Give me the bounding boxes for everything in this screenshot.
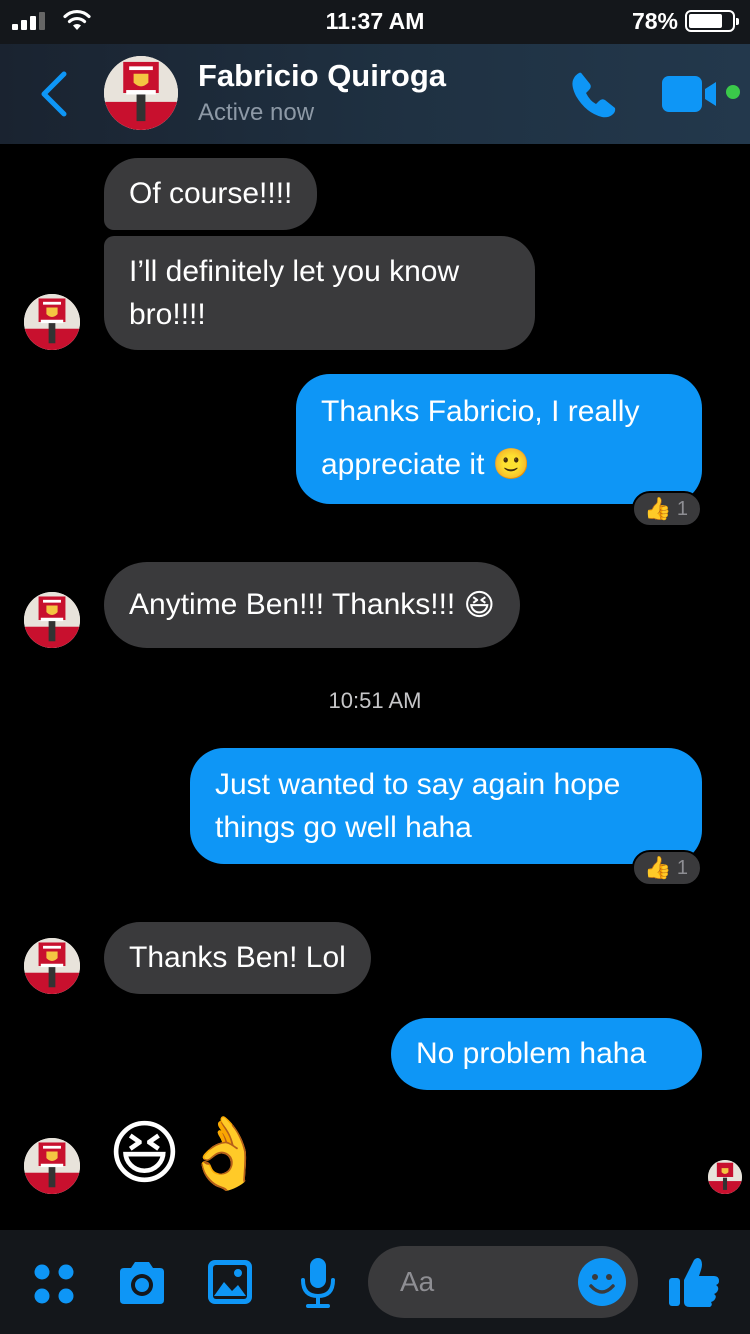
grinning-squinting-face-emoji: 😆 [463, 588, 495, 622]
message-outgoing[interactable]: Thanks Fabricio, I really appreciate it … [296, 374, 702, 504]
battery-percent: 78% [631, 8, 678, 34]
message-incoming[interactable]: Of course!!!! [104, 158, 318, 230]
status-bar: 11:37 AM 78% [0, 0, 750, 44]
message-incoming[interactable]: Thanks Ben! Lol [104, 922, 371, 994]
contact-avatar[interactable] [104, 56, 178, 130]
thumbs-up-reaction-icon: 👍 [644, 855, 672, 880]
thumbs-up-reaction-icon: 👍 [644, 496, 672, 521]
conversation-header: Fabricio Quiroga Active now [0, 44, 750, 144]
photo-icon[interactable] [206, 1258, 254, 1306]
microphone-icon[interactable] [298, 1256, 338, 1310]
slightly-smiling-face-emoji: 🙂 [492, 448, 531, 482]
contact-name[interactable]: Fabricio Quiroga [198, 58, 446, 94]
online-indicator [726, 85, 740, 99]
message-text: No problem haha [416, 1037, 647, 1071]
message-text: Thanks Fabricio, I really appreciate it … [321, 386, 677, 492]
message-text: Of course!!!! [129, 177, 293, 211]
message-incoming[interactable]: Anytime Ben!!! Thanks!!! 😆 [104, 562, 520, 648]
message-text: Just wanted to say again hope things go … [215, 767, 621, 845]
reaction-count: 1 [676, 498, 688, 520]
message-text: Thanks Ben! Lol [129, 941, 346, 975]
contact-avatar-small[interactable] [24, 294, 80, 350]
message-input-placeholder: Aa [400, 1266, 435, 1297]
message-input[interactable]: Aa [368, 1246, 638, 1318]
apps-grid-icon[interactable] [32, 1262, 76, 1306]
reaction-badge[interactable]: 👍 1 [632, 491, 702, 527]
contact-avatar-small[interactable] [24, 592, 80, 648]
reaction-badge[interactable]: 👍 1 [632, 850, 702, 886]
reaction-count: 1 [676, 857, 688, 879]
battery-icon [685, 10, 739, 32]
message-text: Anytime Ben!!! Thanks!!! 😆 [129, 583, 495, 628]
video-camera-icon[interactable] [660, 74, 720, 114]
chevron-left-icon[interactable] [34, 68, 74, 120]
contact-avatar-small[interactable] [24, 938, 80, 994]
thumbs-up-icon[interactable] [666, 1254, 722, 1310]
message-incoming[interactable]: I’ll definitely let you know bro!!!! [104, 236, 535, 350]
message-outgoing[interactable]: No problem haha [391, 1018, 702, 1090]
emoji-message[interactable]: 😆👌 [108, 1118, 268, 1188]
camera-icon[interactable] [116, 1260, 168, 1306]
message-text: I’ll definitely let you know bro!!!! [129, 254, 460, 332]
message-outgoing[interactable]: Just wanted to say again hope things go … [190, 748, 702, 864]
phone-icon[interactable] [568, 68, 620, 120]
timestamp-divider: 10:51 AM [328, 688, 422, 713]
contact-avatar-small[interactable] [24, 1138, 80, 1194]
presence-status: Active now [198, 99, 315, 126]
emoji-icon[interactable] [576, 1256, 628, 1308]
read-receipt-avatar [708, 1160, 742, 1194]
composer-bar: Aa [0, 1230, 750, 1334]
